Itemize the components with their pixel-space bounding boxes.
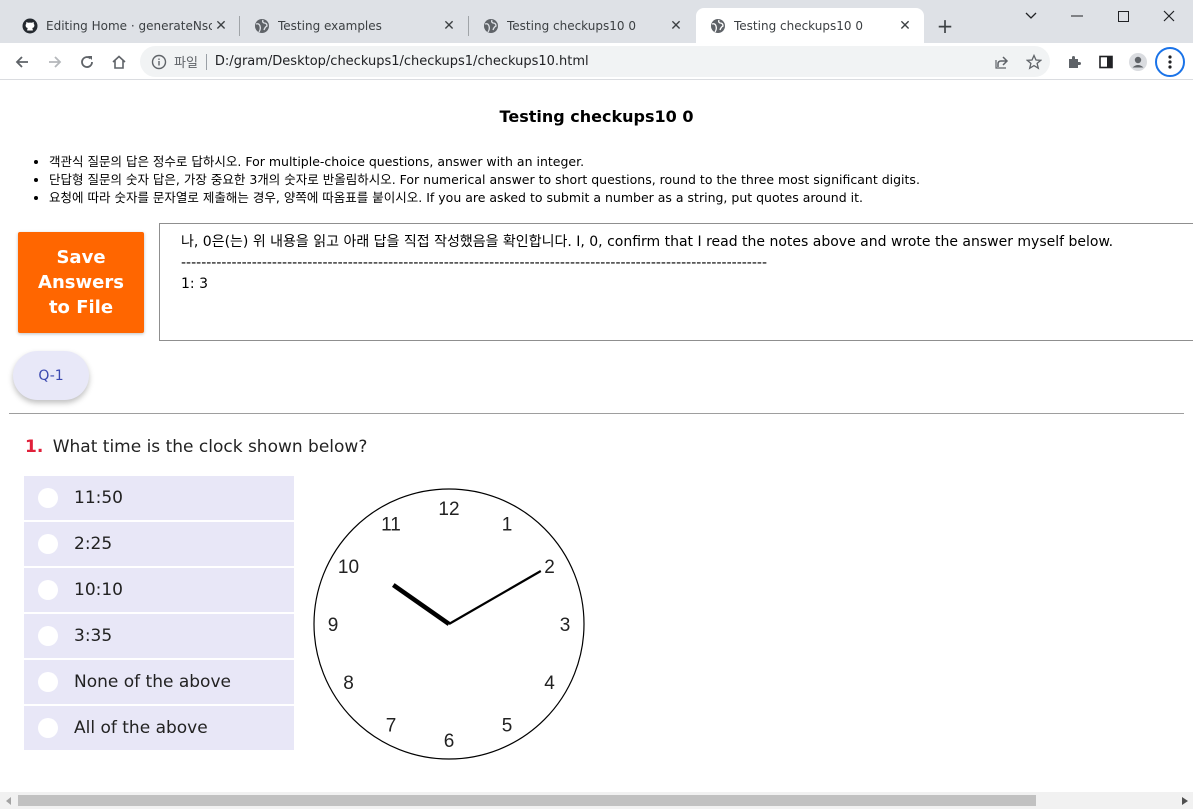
instruction-item: 단답형 질문의 숫자 답은, 가장 중요한 3개의 숫자로 반올림하시오. Fo… [49, 171, 920, 189]
extensions-button[interactable] [1060, 48, 1088, 76]
choice-option[interactable]: None of the above [24, 660, 294, 704]
answer-choices: 11:50 2:25 10:10 3:35 None of the above … [24, 476, 294, 752]
tab-strip: Editing Home · generateNscor ✕ Testing e… [0, 0, 1193, 43]
question-prompt: 1. What time is the clock shown below? [25, 437, 367, 457]
choice-label: 11:50 [74, 488, 123, 508]
question-text: What time is the clock shown below? [52, 437, 368, 457]
globe-icon [484, 18, 498, 33]
divider [9, 413, 1184, 414]
clock-number: 4 [544, 673, 555, 694]
choice-option[interactable]: 2:25 [24, 522, 294, 566]
tab-title: Editing Home · generateNscor [46, 18, 212, 33]
divider [205, 53, 207, 70]
scroll-left-icon[interactable] [0, 792, 17, 809]
choice-option[interactable]: 10:10 [24, 568, 294, 612]
choice-label: All of the above [74, 718, 208, 738]
github-icon [22, 18, 38, 33]
url-text[interactable]: D:/gram/Desktop/checkups1/checkups1/chec… [215, 54, 589, 69]
side-panel-button[interactable] [1092, 48, 1120, 76]
answer-textarea[interactable]: 나, 0은(는) 위 내용을 읽고 아래 답을 직접 작성했음을 확인합니다. … [159, 223, 1193, 341]
share-button[interactable] [988, 48, 1016, 76]
back-button[interactable] [8, 48, 36, 76]
clock-number: 3 [560, 615, 571, 636]
close-tab-icon[interactable]: ✕ [667, 18, 685, 34]
close-tab-icon[interactable]: ✕ [440, 18, 458, 34]
instruction-item: 요청에 따라 숫자를 문자열로 제출해는 경우, 양쪽에 따옴표를 붙이시오. … [49, 189, 920, 207]
home-button[interactable] [105, 48, 133, 76]
choice-label: None of the above [74, 672, 231, 692]
tab-testing-checkups-1[interactable]: Testing checkups10 0 ✕ [469, 8, 695, 43]
choice-option[interactable]: All of the above [24, 706, 294, 750]
clock-number: 9 [328, 615, 339, 636]
forward-button[interactable] [41, 48, 69, 76]
instructions-list: 객관식 질문의 답은 정수로 답하시오. For multiple-choice… [32, 153, 920, 207]
choice-option[interactable]: 11:50 [24, 476, 294, 520]
tab-testing-checkups-active[interactable]: Testing checkups10 0 ✕ [696, 8, 924, 43]
share-icon [995, 56, 1009, 69]
address-bar[interactable]: 파일 D:/gram/Desktop/checkups1/checkups1/c… [140, 46, 1050, 77]
page-title: Testing checkups10 0 [499, 107, 694, 126]
tab-title: Testing checkups10 0 [734, 18, 863, 33]
clock-number: 7 [386, 716, 397, 737]
scrollbar-thumb[interactable] [18, 795, 1036, 806]
radio-button[interactable] [38, 580, 58, 600]
profile-button[interactable] [1124, 48, 1152, 76]
close-tab-icon[interactable]: ✕ [896, 18, 914, 34]
clock-number: 10 [338, 557, 359, 578]
clock-number: 2 [544, 557, 555, 578]
home-icon [112, 55, 126, 69]
choice-label: 10:10 [74, 580, 123, 600]
analog-clock: 121234567891011 [313, 488, 585, 760]
clock-number: 5 [502, 716, 513, 737]
maximize-button[interactable] [1100, 0, 1146, 32]
reload-icon [81, 56, 93, 68]
clock-number: 8 [343, 673, 354, 694]
back-arrow-icon [15, 56, 28, 68]
radio-button[interactable] [38, 672, 58, 692]
scheme-label: 파일 [174, 56, 198, 71]
avatar-icon [1129, 53, 1147, 71]
save-answers-button[interactable]: Save Answers to File [18, 232, 144, 333]
menu-button[interactable] [1155, 47, 1185, 77]
clock-number: 11 [381, 515, 401, 536]
tab-title: Testing checkups10 0 [507, 18, 636, 33]
new-tab-button[interactable]: + [933, 14, 957, 38]
forward-arrow-icon [49, 56, 62, 68]
minimize-button[interactable] [1054, 0, 1100, 32]
close-tab-icon[interactable]: ✕ [212, 18, 230, 34]
scroll-right-icon[interactable] [1176, 792, 1193, 809]
reload-button[interactable] [73, 48, 101, 76]
bookmark-button[interactable] [1020, 48, 1048, 76]
radio-button[interactable] [38, 488, 58, 508]
browser-toolbar: 파일 D:/gram/Desktop/checkups1/checkups1/c… [0, 43, 1193, 80]
info-icon[interactable] [150, 53, 168, 71]
horizontal-scrollbar[interactable] [0, 792, 1193, 809]
question-number: 1. [25, 437, 44, 457]
instruction-item: 객관식 질문의 답은 정수로 답하시오. For multiple-choice… [49, 153, 920, 171]
tab-editing-home[interactable]: Editing Home · generateNscor ✕ [8, 8, 240, 43]
tab-title: Testing examples [278, 18, 382, 33]
radio-button[interactable] [38, 626, 58, 646]
star-icon [1026, 54, 1042, 70]
choice-label: 2:25 [74, 534, 113, 554]
choice-option[interactable]: 3:35 [24, 614, 294, 658]
radio-button[interactable] [38, 534, 58, 554]
side-panel-icon [1099, 55, 1113, 69]
tab-search-icon[interactable] [1008, 0, 1054, 32]
more-vertical-icon [1168, 55, 1172, 69]
tab-testing-examples[interactable]: Testing examples ✕ [240, 8, 468, 43]
close-window-button[interactable] [1146, 0, 1192, 32]
clock-number: 6 [444, 731, 455, 752]
puzzle-icon [1069, 56, 1081, 68]
clock-number: 12 [438, 499, 459, 520]
choice-label: 3:35 [74, 626, 113, 646]
radio-button[interactable] [38, 718, 58, 738]
globe-icon [711, 18, 725, 33]
page-content: Testing checkups10 0 객관식 질문의 답은 정수로 답하시오… [0, 81, 1193, 792]
globe-icon [255, 18, 269, 33]
question-nav-q1[interactable]: Q-1 [13, 351, 89, 400]
clock-number: 1 [502, 515, 513, 536]
